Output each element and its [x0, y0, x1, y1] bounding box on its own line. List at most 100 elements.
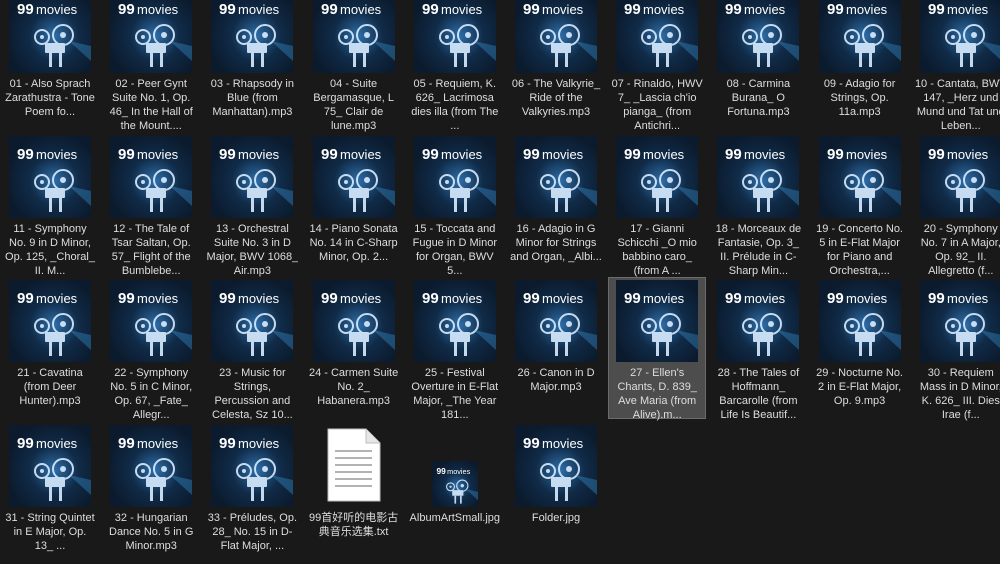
file-item[interactable]: 99 movies 29 - Nocturne No. 2 in E-Flat … [811, 277, 909, 419]
file-name-label: 21 - Cavatina (from Deer Hunter).mp3 [17, 367, 83, 407]
file-item[interactable]: 99 movies 19 - Concerto No. 5 in E-Flat … [811, 133, 909, 277]
svg-text:99: 99 [219, 1, 236, 18]
file-item[interactable]: 99 movies 28 - The Tales of Hoffmann_ Ba… [709, 277, 807, 421]
svg-text:movies: movies [947, 2, 989, 17]
file-item[interactable]: 99 movies 33 - Préludes, Op. 28_ No. 15 … [203, 422, 301, 564]
file-item[interactable]: 99 movies 20 - Symphony No. 7 in A Major… [912, 133, 1000, 277]
album-art-thumbnail-icon: 99 movies [515, 135, 597, 218]
file-item[interactable]: 99 movies 18 - Morceaux de Fantasie, Op.… [709, 133, 807, 277]
file-name-label: 28 - The Tales of Hoffmann_ Barcarolle (… [717, 367, 800, 421]
svg-text:movies: movies [137, 291, 179, 306]
file-name-label: 06 - The Valkyrie_ Ride of the Valkyries… [511, 78, 601, 118]
file-name-label: 09 - Adagio for Strings, Op. 11a.mp3 [823, 78, 896, 118]
file-item[interactable]: 99 movies 07 - Rinaldo, HWV 7_ _Lascia c… [608, 0, 706, 132]
album-art-thumbnail-icon: 99 movies [9, 424, 91, 507]
svg-text:movies: movies [846, 291, 888, 306]
album-art-thumbnail-icon: 99 movies [919, 280, 1000, 362]
file-item[interactable]: 99 movies Folder.jpg [507, 422, 605, 564]
svg-text:99: 99 [928, 1, 945, 18]
svg-text:movies: movies [542, 147, 584, 162]
album-art-thumbnail-icon: 99 movies [413, 280, 496, 362]
file-item[interactable]: 99 movies 06 - The Valkyrie_ Ride of the… [507, 0, 605, 130]
svg-text:movies: movies [36, 2, 78, 17]
file-item[interactable]: 99 movies 31 - String Quintet in E Major… [1, 422, 99, 564]
file-item[interactable]: 99 movies 27 - Ellen's Chants, D. 839_ A… [608, 277, 707, 421]
svg-text:movies: movies [447, 466, 470, 475]
file-name-label: 32 - Hungarian Dance No. 5 in G Minor.mp… [109, 511, 194, 552]
file-item[interactable]: 99 movies 03 - Rhapsody in Blue (from Ma… [203, 0, 301, 130]
album-art-thumbnail-icon: 99 movies [110, 280, 193, 362]
album-art-thumbnail-icon: 99 movies [9, 135, 91, 218]
file-name-label: 23 - Music for Strings, Percussion and C… [212, 367, 293, 421]
svg-text:movies: movies [238, 147, 280, 162]
album-art-thumbnail-icon: 99 movies [515, 424, 597, 507]
file-name-label: 11 - Symphony No. 9 in D Minor, Op. 125,… [5, 222, 95, 277]
svg-text:99: 99 [523, 435, 540, 452]
svg-text:movies: movies [340, 2, 382, 17]
file-name-label: 17 - Gianni Schicchi _O mio babbino caro… [617, 222, 697, 277]
svg-text:movies: movies [238, 2, 280, 17]
file-item[interactable]: 99首好听的电影古典音乐选集.txt [305, 422, 403, 564]
svg-text:movies: movies [137, 2, 179, 17]
svg-text:movies: movies [441, 2, 483, 17]
file-item[interactable]: 99 movies 16 - Adagio in G Minor for Str… [507, 133, 605, 275]
file-name-label: 19 - Concerto No. 5 in E-Flat Major for … [816, 222, 903, 277]
file-item[interactable]: 99 movies 04 - Suite Bergamasque, L 75_ … [305, 0, 403, 132]
album-art-thumbnail-icon: 99 movies [616, 135, 699, 218]
svg-text:99: 99 [523, 146, 540, 163]
album-art-thumbnail-icon: 99 movies [717, 280, 800, 362]
file-name-label: 29 - Nocturne No. 2 in E-Flat Major, Op.… [816, 367, 903, 407]
file-item[interactable]: 99 movies 32 - Hungarian Dance No. 5 in … [102, 422, 200, 564]
album-art-thumbnail-icon: 99 movies [312, 280, 395, 362]
svg-text:movies: movies [441, 291, 483, 306]
file-item[interactable]: 99 movies 23 - Music for Strings, Percus… [203, 277, 301, 421]
file-item[interactable]: 99 movies 21 - Cavatina (from Deer Hunte… [1, 277, 99, 419]
file-item[interactable]: 99 movies 25 - Festival Overture in E-Fl… [406, 277, 504, 421]
svg-text:99: 99 [725, 1, 742, 18]
file-item[interactable]: 99 movies 01 - Also Sprach Zarathustra -… [1, 0, 99, 130]
file-item[interactable]: 99 movies 22 - Symphony No. 5 in C Minor… [102, 277, 200, 421]
svg-text:movies: movies [36, 436, 78, 451]
album-art-thumbnail-icon: 99 movies [211, 424, 294, 507]
file-item[interactable]: 99 movies 13 - Orchestral Suite No. 3 in… [203, 133, 301, 277]
svg-text:movies: movies [744, 147, 786, 162]
file-item[interactable]: 99 movies 05 - Requiem, K. 626_ Lacrimos… [406, 0, 504, 132]
file-name-label: 13 - Orchestral Suite No. 3 in D Major, … [206, 222, 299, 277]
file-item[interactable]: 99 movies 08 - Carmina Burana_ O Fortuna… [709, 0, 807, 130]
file-item[interactable]: 99 movies AlbumArtSmall.jpg [406, 422, 504, 564]
svg-text:99: 99 [725, 146, 742, 163]
svg-text:99: 99 [219, 146, 236, 163]
file-item[interactable]: 99 movies 14 - Piano Sonata No. 14 in C-… [305, 133, 403, 275]
file-item[interactable]: 99 movies 10 - Cantata, BWV 147, _Herz u… [912, 0, 1000, 132]
file-name-label: 22 - Symphony No. 5 in C Minor, Op. 67, … [110, 367, 193, 421]
svg-text:99: 99 [321, 1, 338, 18]
file-item[interactable]: 99 movies 09 - Adagio for Strings, Op. 1… [811, 0, 909, 130]
svg-text:99: 99 [827, 146, 844, 163]
album-art-thumbnail-icon: 99 movies [515, 280, 597, 362]
album-art-thumbnail-icon: 99 movies [110, 424, 193, 507]
album-art-thumbnail-icon: 99 movies [431, 460, 478, 507]
svg-text:99: 99 [928, 290, 945, 307]
file-item[interactable]: 99 movies 30 - Requiem Mass in D Minor, … [912, 277, 1000, 421]
svg-text:99: 99 [118, 1, 135, 18]
svg-text:99: 99 [523, 290, 540, 307]
svg-text:99: 99 [118, 146, 135, 163]
file-item[interactable]: 99 movies 17 - Gianni Schicchi _O mio ba… [608, 133, 706, 277]
file-item[interactable]: 99 movies 24 - Carmen Suite No. 2_ Haban… [305, 277, 403, 419]
svg-text:movies: movies [643, 291, 685, 306]
file-grid: 99 movies 01 - Also Sprach Zarathustra -… [0, 0, 1000, 552]
svg-text:99: 99 [422, 1, 439, 18]
file-item[interactable]: 99 movies 11 - Symphony No. 9 in D Minor… [1, 133, 99, 277]
svg-text:99: 99 [523, 1, 540, 18]
svg-text:99: 99 [827, 1, 844, 18]
file-item[interactable]: 99 movies 15 - Toccata and Fugue in D Mi… [406, 133, 504, 277]
file-item[interactable]: 99 movies 02 - Peer Gynt Suite No. 1, Op… [102, 0, 200, 132]
file-name-label: 15 - Toccata and Fugue in D Minor for Or… [412, 222, 497, 277]
album-art-thumbnail-icon: 99 movies [413, 0, 496, 73]
file-item[interactable]: 99 movies 12 - The Tale of Tsar Saltan, … [102, 133, 200, 277]
file-item[interactable]: 99 movies 26 - Canon in D Major.mp3 [507, 277, 605, 419]
album-art-thumbnail-icon: 99 movies [211, 280, 294, 362]
svg-text:movies: movies [542, 2, 584, 17]
file-name-label: 33 - Préludes, Op. 28_ No. 15 in D-Flat … [207, 511, 298, 552]
svg-text:99: 99 [17, 435, 34, 452]
